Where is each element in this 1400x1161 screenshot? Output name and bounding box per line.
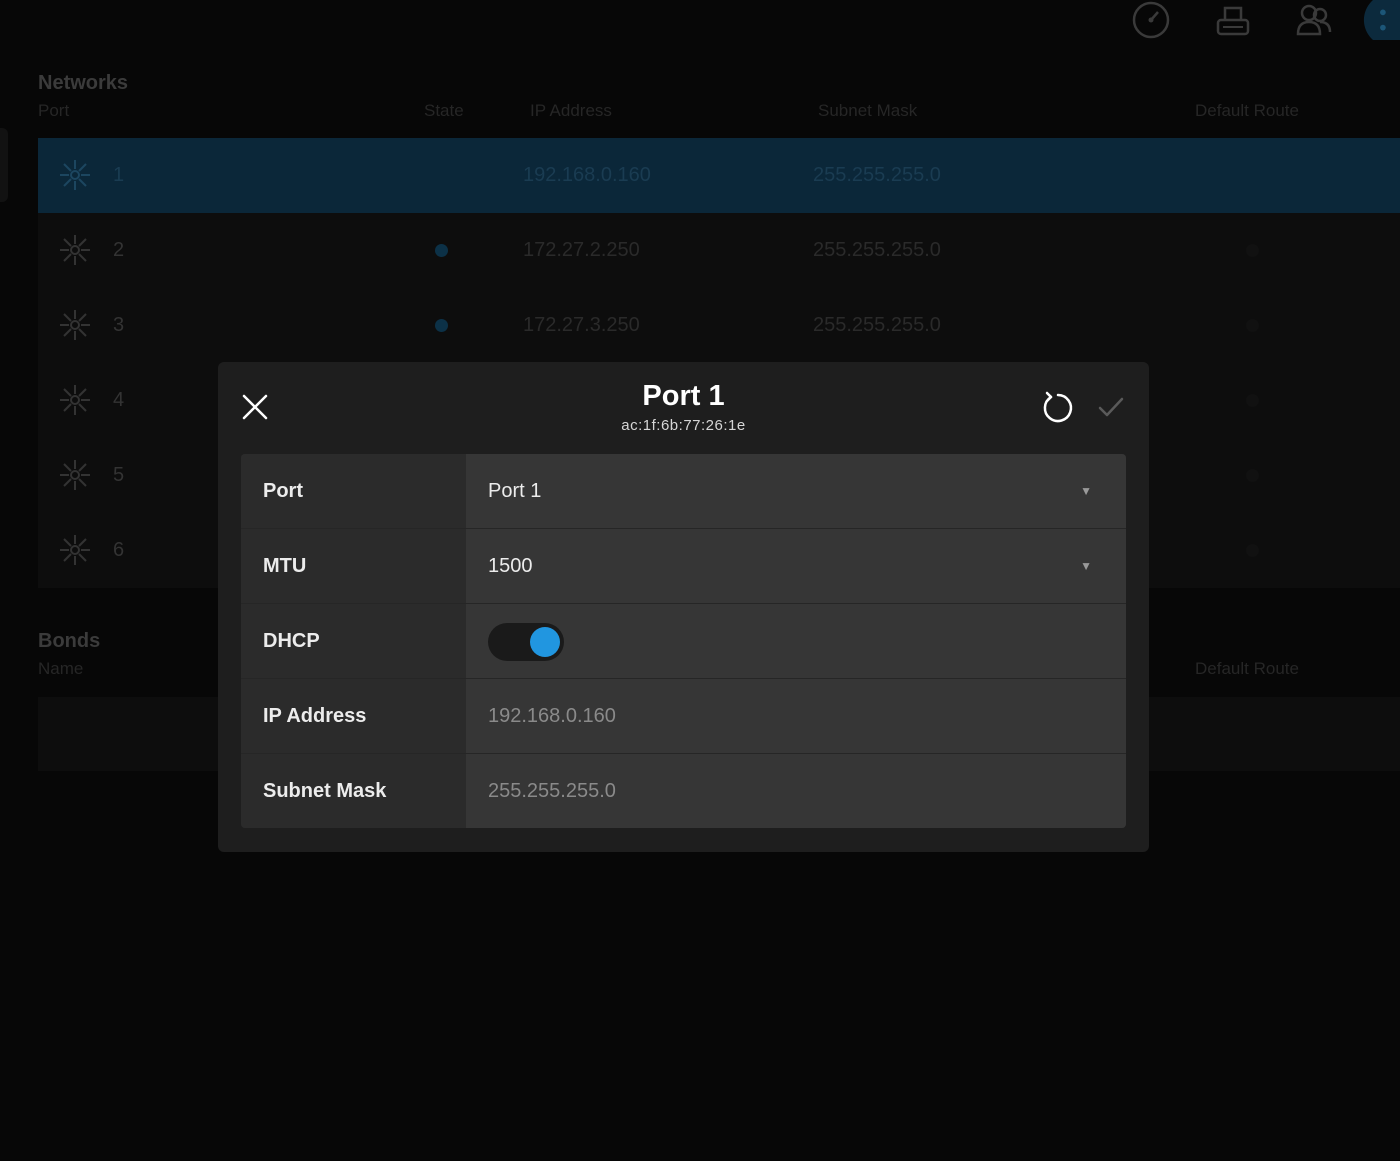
dhcp-toggle[interactable] xyxy=(488,623,564,661)
storage-drive-icon[interactable] xyxy=(1212,0,1254,40)
ethernet-port-icon xyxy=(58,533,92,567)
column-header-state: State xyxy=(424,101,464,120)
port-number: 2 xyxy=(113,239,125,261)
dhcp-label: DHCP xyxy=(241,604,466,678)
column-header-port: Port xyxy=(38,101,70,120)
ethernet-port-icon xyxy=(58,458,92,492)
ethernet-port-icon xyxy=(58,383,92,417)
subnet-mask-row: Subnet Mask 255.255.255.0 xyxy=(241,754,1126,828)
dialog-title: Port 1 xyxy=(642,380,725,412)
port-settings-dialog: Port 1 ac:1f:6b:77:26:1e Port Port 1 ▼ M… xyxy=(218,362,1149,852)
mac-address: ac:1f:6b:77:26:1e xyxy=(621,417,746,434)
ip-address-row: IP Address 192.168.0.160 xyxy=(241,679,1126,754)
ip-address-field[interactable]: 192.168.0.160 xyxy=(466,679,1126,753)
subnet-mask-label: Subnet Mask xyxy=(241,754,466,828)
dhcp-value-cell xyxy=(466,604,1126,678)
subnet-mask: 255.255.255.0 xyxy=(813,164,941,186)
port-number: 1 xyxy=(113,164,125,186)
column-header-route: Default Route xyxy=(1195,659,1299,678)
default-route-indicator xyxy=(1246,319,1259,332)
ip-address: 172.27.3.250 xyxy=(523,314,640,336)
port-settings-form: Port Port 1 ▼ MTU 1500 ▼ DHCP IP Address… xyxy=(241,454,1126,828)
column-header-name: Name xyxy=(38,659,84,678)
networks-title: Networks xyxy=(38,72,129,94)
mtu-label: MTU xyxy=(241,529,466,603)
mtu-select[interactable]: 1500 ▼ xyxy=(466,529,1126,603)
subnet-mask-field[interactable]: 255.255.255.0 xyxy=(466,754,1126,828)
dhcp-row: DHCP xyxy=(241,604,1126,679)
port-select[interactable]: Port 1 ▼ xyxy=(466,454,1126,528)
checkmark-icon xyxy=(1098,397,1124,417)
chevron-down-icon: ▼ xyxy=(1080,559,1092,573)
apply-button[interactable] xyxy=(1096,392,1126,422)
table-row[interactable]: 2 172.27.2.250 255.255.255.0 xyxy=(38,213,1400,288)
reset-button[interactable] xyxy=(1040,390,1076,426)
sidebar-handle[interactable] xyxy=(0,128,8,202)
table-row[interactable]: 1 192.168.0.160 255.255.255.0 xyxy=(38,138,1400,213)
ip-address-label: IP Address xyxy=(241,679,466,753)
subnet-mask: 255.255.255.0 xyxy=(813,314,941,336)
users-icon[interactable] xyxy=(1293,0,1335,40)
column-header-mask: Subnet Mask xyxy=(818,101,918,120)
table-row[interactable]: 3 172.27.3.250 255.255.255.0 xyxy=(38,288,1400,363)
port-number: 5 xyxy=(113,464,125,486)
bonds-title: Bonds xyxy=(38,630,101,652)
port-number: 4 xyxy=(113,389,125,411)
port-number: 3 xyxy=(113,314,125,336)
state-indicator xyxy=(435,244,448,257)
default-route-indicator xyxy=(1246,469,1259,482)
ethernet-port-icon xyxy=(58,233,92,267)
ip-address: 172.27.2.250 xyxy=(523,239,640,261)
mtu-value: 1500 xyxy=(488,555,533,577)
network-icon[interactable] xyxy=(1362,0,1400,40)
reset-icon xyxy=(1043,391,1073,423)
ethernet-port-icon xyxy=(58,308,92,342)
ethernet-port-icon xyxy=(58,158,92,192)
header-toolbar xyxy=(1100,0,1400,40)
default-route-indicator xyxy=(1246,394,1259,407)
default-route-indicator xyxy=(1246,544,1259,557)
port-label: Port xyxy=(241,454,466,528)
column-header-route: Default Route xyxy=(1195,101,1299,120)
toggle-knob xyxy=(530,627,560,657)
dashboard-gauge-icon[interactable] xyxy=(1130,0,1172,40)
port-row: Port Port 1 ▼ xyxy=(241,454,1126,529)
chevron-down-icon: ▼ xyxy=(1080,484,1092,498)
column-header-ip: IP Address xyxy=(530,101,612,120)
port-number: 6 xyxy=(113,539,125,561)
state-indicator xyxy=(435,319,448,332)
subnet-mask: 255.255.255.0 xyxy=(813,239,941,261)
mtu-row: MTU 1500 ▼ xyxy=(241,529,1126,604)
ip-address: 192.168.0.160 xyxy=(523,164,651,186)
default-route-indicator xyxy=(1246,244,1259,257)
port-value: Port 1 xyxy=(488,480,542,502)
